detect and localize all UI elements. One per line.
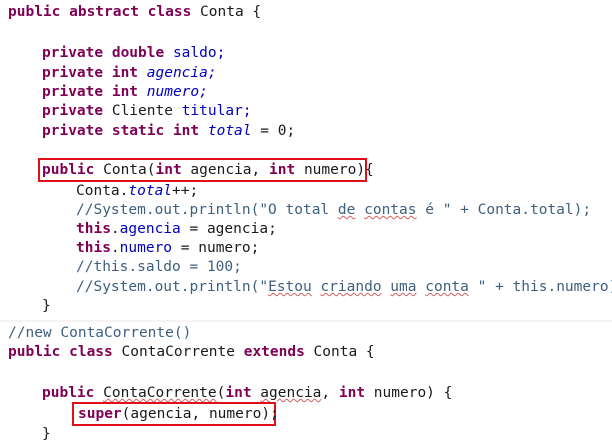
super-call-line: super(agencia, numero); xyxy=(78,405,279,423)
keyword: public xyxy=(42,385,95,401)
keyword: this xyxy=(76,221,111,237)
code-text: . xyxy=(110,221,120,237)
field-name: total xyxy=(199,123,252,139)
comment-text: //this.saldo = 100; xyxy=(76,259,242,275)
code-text: Conta( xyxy=(94,162,156,178)
comment-text: //System.out.println(" xyxy=(76,279,269,295)
code-text: , xyxy=(321,385,339,401)
spellcheck-word: conta xyxy=(425,279,469,295)
keyword: public xyxy=(42,162,95,178)
field-line-agencia: private int agencia; xyxy=(42,64,217,82)
code-text: numero){ xyxy=(295,162,374,178)
keyword: extends xyxy=(243,344,305,360)
keyword: int xyxy=(269,162,296,178)
constructor-close-brace: } xyxy=(42,425,51,443)
keyword: this xyxy=(76,240,111,256)
comment-line-saldo: //this.saldo = 100; xyxy=(76,258,242,276)
keyword: private xyxy=(42,103,104,119)
type-name: Cliente xyxy=(103,103,182,119)
field-name: titular; xyxy=(181,103,252,119)
comment-text: " + this.numero); xyxy=(468,279,612,295)
comment-line-println-total: //System.out.println("O total de contas … xyxy=(76,201,591,219)
comment-text: //new ContaCorrente() xyxy=(8,325,192,341)
field-name: numero xyxy=(119,240,173,256)
constructor-line: public ContaCorrente(int agencia, int nu… xyxy=(42,384,452,402)
field-line-titular: private Cliente titular; xyxy=(42,102,252,120)
comment-text: é " + Conta.total); xyxy=(416,202,592,218)
spellcheck-word: contas xyxy=(364,202,417,218)
statement-increment-total: Conta.total++; xyxy=(76,182,198,200)
comment-new-conta-corrente: //new ContaCorrente() xyxy=(8,324,191,342)
keyword: int xyxy=(338,385,366,401)
constructor-line: public Conta(int agencia, int numero){ xyxy=(42,161,374,179)
field-name: agencia xyxy=(119,221,181,237)
field-name: agencia; xyxy=(138,65,217,81)
keyword: int xyxy=(225,385,252,401)
class-declaration-line: public class ContaCorrente extends Conta… xyxy=(8,343,375,361)
class-name: Conta { xyxy=(191,4,262,20)
field-name: saldo; xyxy=(164,45,226,61)
spellcheck-word: criando xyxy=(320,279,382,295)
code-panel-conta: public abstract class Conta { private do… xyxy=(0,0,612,320)
keyword: public abstract class xyxy=(8,4,192,20)
code-text: } xyxy=(42,298,51,314)
code-text: agencia, xyxy=(181,162,270,178)
spellcheck-word: agencia xyxy=(260,385,322,401)
keyword: private int xyxy=(42,84,139,100)
spellcheck-word: ContaCorrente xyxy=(103,385,217,401)
keyword: int xyxy=(155,162,182,178)
field-line-total: private static int total = 0; xyxy=(42,122,295,140)
statement-assign-numero: this.numero = numero; xyxy=(76,239,259,257)
comment-text: //System.out.println("O total xyxy=(76,202,338,218)
keyword: private static int xyxy=(42,123,200,139)
code-panel-conta-corrente: //new ContaCorrente() public class Conta… xyxy=(0,322,612,445)
code-text: ++; xyxy=(172,183,199,199)
keyword: private double xyxy=(42,45,165,61)
keyword: public class xyxy=(8,344,113,360)
field-name: total xyxy=(128,183,173,199)
comment-text xyxy=(382,279,391,295)
spellcheck-word: Estou xyxy=(268,279,312,295)
class-name: ContaCorrente xyxy=(112,344,244,360)
comment-line-println-conta: //System.out.println("Estou criando uma … xyxy=(76,278,612,296)
comment-text xyxy=(355,202,364,218)
field-line-numero: private int numero; xyxy=(42,83,208,101)
comment-text xyxy=(417,279,426,295)
field-name: numero; xyxy=(138,84,208,100)
field-line-saldo: private double saldo; xyxy=(42,44,225,62)
code-text: } xyxy=(42,426,51,442)
code-text: = agencia; xyxy=(180,221,277,237)
constructor-close-brace: } xyxy=(42,297,51,315)
class-declaration-line: public abstract class Conta { xyxy=(8,3,261,21)
code-text: . xyxy=(110,240,120,256)
code-text: (agencia, numero); xyxy=(121,406,279,422)
code-text: Conta. xyxy=(76,183,129,199)
keyword: private int xyxy=(42,65,139,81)
class-name: Conta { xyxy=(304,344,375,360)
keyword: super xyxy=(78,406,122,422)
statement-assign-agencia: this.agencia = agencia; xyxy=(76,220,277,238)
code-text: numero) { xyxy=(365,385,453,401)
spellcheck-word: uma xyxy=(390,279,417,295)
field-initializer: = 0; xyxy=(251,123,296,139)
code-text: = numero; xyxy=(172,240,260,256)
spellcheck-word: de xyxy=(337,202,356,218)
